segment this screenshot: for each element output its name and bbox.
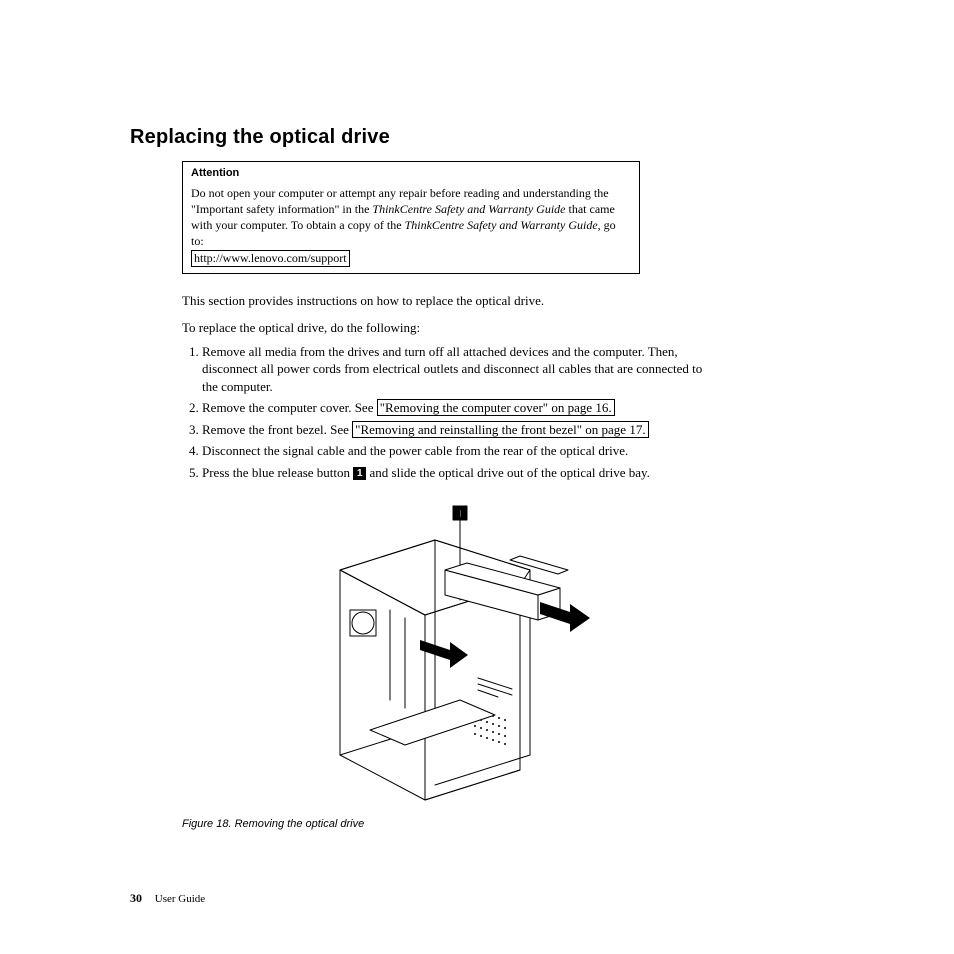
figure-callout-label: 1 [457, 509, 463, 520]
step-1: Remove all media from the drives and tur… [202, 343, 717, 396]
callout-1-inline: 1 [353, 467, 366, 480]
attention-link[interactable]: http://www.lenovo.com/support [191, 250, 350, 267]
attention-guide-name-1: ThinkCentre Safety and Warranty Guide [372, 202, 565, 216]
figure-18: 1 [182, 500, 717, 830]
xref-remove-cover[interactable]: "Removing the computer cover" on page 16… [377, 399, 615, 416]
attention-box: Attention Do not open your computer or a… [182, 161, 640, 274]
figure-caption: Figure 18. Removing the optical drive [182, 818, 717, 830]
figure-illustration: 1 [270, 500, 630, 810]
step-3: Remove the front bezel. See "Removing an… [202, 421, 717, 439]
xref-front-bezel[interactable]: "Removing and reinstalling the front bez… [352, 421, 648, 438]
section-heading: Replacing the optical drive [130, 126, 830, 149]
attention-title: Attention [191, 166, 631, 181]
page-number: 30 [130, 891, 142, 905]
step-5-text-a: Press the blue release button [202, 465, 353, 480]
step-2: Remove the computer cover. See "Removing… [202, 399, 717, 417]
step-5-text-b: and slide the optical drive out of the o… [366, 465, 650, 480]
step-5: Press the blue release button 1 and slid… [202, 464, 717, 482]
intro-paragraph: This section provides instructions on ho… [182, 292, 717, 310]
step-3-text: Remove the front bezel. See [202, 422, 352, 437]
steps-list: Remove all media from the drives and tur… [182, 343, 717, 482]
page-content: Replacing the optical drive Attention Do… [130, 126, 830, 836]
step-4: Disconnect the signal cable and the powe… [202, 442, 717, 460]
step-2-text: Remove the computer cover. See [202, 400, 377, 415]
page-footer: 30 User Guide [130, 891, 205, 906]
attention-guide-name-2: ThinkCentre Safety and Warranty Guide [405, 218, 598, 232]
lead-paragraph: To replace the optical drive, do the fol… [182, 319, 717, 337]
doc-title-footer: User Guide [155, 893, 205, 905]
body-content: This section provides instructions on ho… [182, 292, 717, 482]
attention-body: Do not open your computer or attempt any… [191, 185, 631, 267]
